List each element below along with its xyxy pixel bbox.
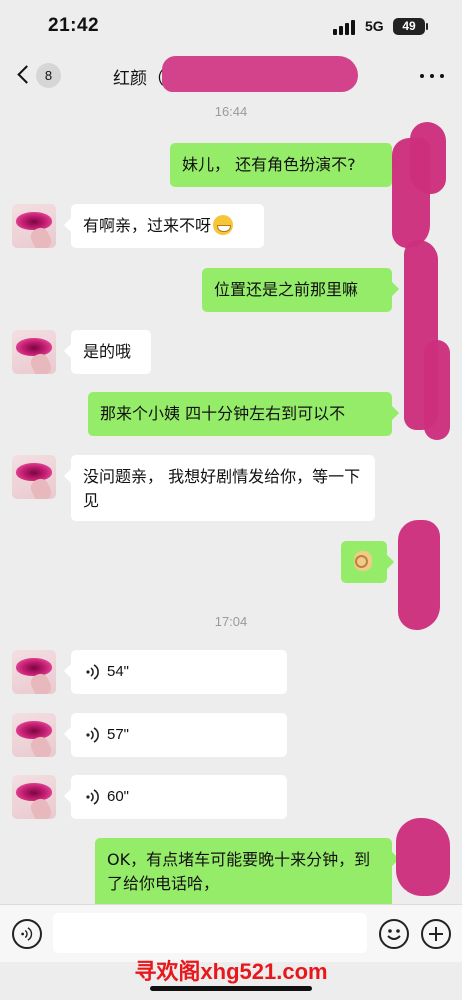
voice-toggle-button[interactable] [12,919,42,949]
chat-header: 8 红颜（ [0,56,462,96]
more-dots-icon [420,74,424,78]
message-input[interactable] [53,913,367,953]
redaction-scribble [398,520,440,630]
chevron-left-icon [17,65,36,84]
message-outgoing[interactable]: OK，有点堵车可能要晚十来分钟，到了给你电话哈， [95,838,392,904]
message-text: 是的哦 [83,342,132,361]
message-text: OK，有点堵车可能要晚十来分钟，到了给你电话哈， [107,850,371,893]
message-text: 位置还是之前那里嘛 [214,280,359,299]
message-incoming[interactable]: 有啊亲，过来不呀 [71,204,264,248]
avatar[interactable] [12,330,56,374]
ok-hand-icon [354,551,372,571]
voice-message[interactable]: 57" [71,713,287,757]
redaction-scribble [424,340,450,440]
voice-duration: 54" [107,663,130,680]
signal-icon [333,19,357,35]
status-time: 21:42 [48,15,100,36]
message-text: 没问题亲， 我想好剧情发给你，等一下见 [83,467,361,510]
more-dot [430,74,434,78]
avatar[interactable] [12,713,56,757]
voice-wave-icon [86,664,99,680]
message-incoming[interactable]: 没问题亲， 我想好剧情发给你，等一下见 [71,455,375,521]
message-incoming[interactable]: 是的哦 [71,330,151,374]
chat-title: 红颜（ [113,69,164,89]
avatar[interactable] [12,455,56,499]
status-bar: 21:42 5G 49 [0,0,462,56]
timestamp: 16:44 [214,104,248,119]
voice-wave-icon [86,727,99,743]
redaction-scribble [410,122,446,194]
timestamp: 17:04 [214,614,248,629]
more-dot [440,74,444,78]
home-indicator [150,986,312,991]
message-outgoing[interactable]: 妹儿， 还有角色扮演不? [170,143,392,187]
emoji-button[interactable] [379,919,409,949]
voice-message[interactable]: 60" [71,775,287,819]
message-outgoing-emoji[interactable] [341,541,387,583]
battery-icon: 49 [393,18,425,35]
avatar[interactable] [12,775,56,819]
message-outgoing[interactable]: 位置还是之前那里嘛 [202,268,392,312]
message-text: 有啊亲，过来不呀 [83,216,212,235]
voice-toggle-icon [21,927,33,941]
unread-count-badge: 8 [36,63,61,88]
watermark: 寻欢阁xhg521.com [134,959,328,984]
back-button[interactable]: 8 [14,60,64,92]
voice-message[interactable]: 54" [71,650,287,694]
message-outgoing[interactable]: 那来个小姨 四十分钟左右到可以不 [88,392,392,436]
redaction-scribble [396,818,450,896]
emoji-icon [387,929,401,940]
title-redaction [162,56,358,92]
message-text: 那来个小姨 四十分钟左右到可以不 [100,404,346,423]
battery-tip [426,23,428,30]
voice-wave-icon [86,789,99,805]
avatar[interactable] [12,650,56,694]
message-text: 妹儿， 还有角色扮演不? [182,155,356,174]
voice-duration: 57" [107,726,130,743]
more-button[interactable] [418,66,446,86]
grinning-emoji-icon [213,215,234,235]
voice-duration: 60" [107,788,130,805]
add-button[interactable] [421,919,451,949]
avatar[interactable] [12,204,56,248]
plus-icon [429,927,443,941]
network-label: 5G [365,18,384,34]
